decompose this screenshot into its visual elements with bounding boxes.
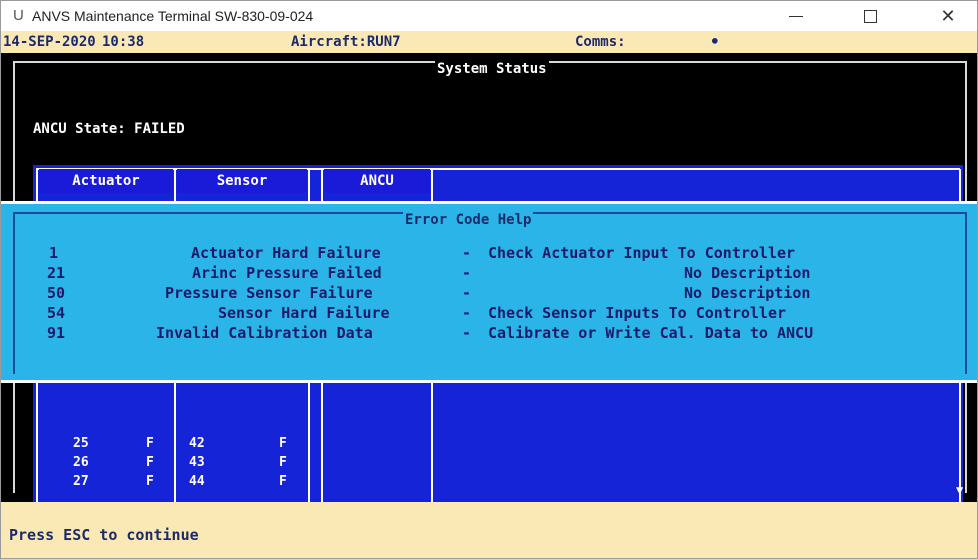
aircraft-display: Aircraft:RUN7 — [291, 34, 401, 50]
error-description: Check Actuator Input To Controller — [488, 244, 796, 262]
error-separator: - — [462, 284, 472, 302]
footer-bar: Press ESC to continue — [1, 502, 977, 558]
title-bar[interactable]: U ANVS Maintenance Terminal SW-830-09-02… — [1, 1, 977, 31]
error-name: Actuator Hard Failure — [191, 244, 381, 262]
column-header-ancu: ANCU — [324, 169, 430, 193]
maximize-icon — [863, 9, 877, 23]
error-name: Invalid Calibration Data — [156, 324, 373, 342]
sensor-flag: F — [279, 455, 287, 470]
actuator-flag: F — [146, 436, 154, 451]
close-button[interactable]: ✕ — [925, 1, 971, 31]
minimize-button[interactable] — [773, 1, 819, 31]
status-header: 14-SEP-2020 10:38 Aircraft:RUN7 Comms: • — [1, 31, 977, 53]
column-header-sensor: Sensor — [177, 169, 307, 193]
maximize-button[interactable] — [847, 1, 893, 31]
error-description: No Description — [684, 284, 811, 302]
error-separator: - — [462, 244, 472, 262]
date-display: 14-SEP-2020 — [3, 34, 96, 50]
sensor-id: 43 — [189, 455, 205, 470]
error-code: 1 — [49, 244, 59, 262]
error-name: Sensor Hard Failure — [218, 304, 390, 322]
system-status-title: System Status — [435, 61, 549, 77]
actuator-id: 26 — [73, 455, 89, 470]
app-icon: U — [13, 7, 24, 24]
actuator-id: 27 — [73, 474, 89, 489]
sensor-flag: F — [279, 474, 287, 489]
system-status-screen: System Status ANCU State: FAILED Actuato… — [1, 53, 977, 517]
error-row: 54 Sensor Hard Failure - Check Sensor In… — [1, 304, 977, 324]
error-code: 54 — [47, 304, 66, 322]
error-row: 1 Actuator Hard Failure - Check Actuator… — [1, 244, 977, 264]
sensor-id: 42 — [189, 436, 205, 451]
column-header-actuator: Actuator — [39, 169, 173, 193]
error-description: Check Sensor Inputs To Controller — [488, 304, 787, 322]
terminal-window: U ANVS Maintenance Terminal SW-830-09-02… — [0, 0, 978, 559]
ancu-state: ANCU State: FAILED — [33, 121, 185, 137]
error-code: 91 — [47, 324, 66, 342]
minimize-icon — [789, 15, 803, 17]
help-title: Error Code Help — [403, 212, 534, 228]
error-separator: - — [462, 324, 472, 342]
error-row: 91 Invalid Calibration Data - Calibrate … — [1, 324, 977, 344]
actuator-flag: F — [146, 474, 154, 489]
actuator-id: 25 — [73, 436, 89, 451]
continue-prompt: Press ESC to continue — [9, 526, 199, 544]
close-icon: ✕ — [940, 5, 956, 26]
sensor-id: 44 — [189, 474, 205, 489]
scroll-down-indicator[interactable]: ▼ — [956, 483, 963, 497]
error-row: 50 Pressure Sensor Failure - No Descript… — [1, 284, 977, 304]
error-name: Pressure Sensor Failure — [165, 284, 373, 302]
error-code: 21 — [47, 264, 66, 282]
error-description: Calibrate or Write Cal. Data to ANCU — [488, 324, 814, 342]
error-separator: - — [462, 264, 472, 282]
actuator-flag: F — [146, 455, 154, 470]
comms-label: Comms: — [575, 34, 626, 50]
error-code: 50 — [47, 284, 66, 302]
error-row: 21 Arinc Pressure Failed - No Descriptio… — [1, 264, 977, 284]
time-display: 10:38 — [102, 34, 145, 50]
error-code-help-panel: Error Code Help 1 Actuator Hard Failure … — [1, 201, 977, 383]
error-separator: - — [462, 304, 472, 322]
error-name: Arinc Pressure Failed — [192, 264, 382, 282]
error-description: No Description — [684, 264, 811, 282]
sensor-flag: F — [279, 436, 287, 451]
comms-indicator: • — [710, 32, 720, 51]
window-title: ANVS Maintenance Terminal SW-830-09-024 — [32, 8, 314, 24]
